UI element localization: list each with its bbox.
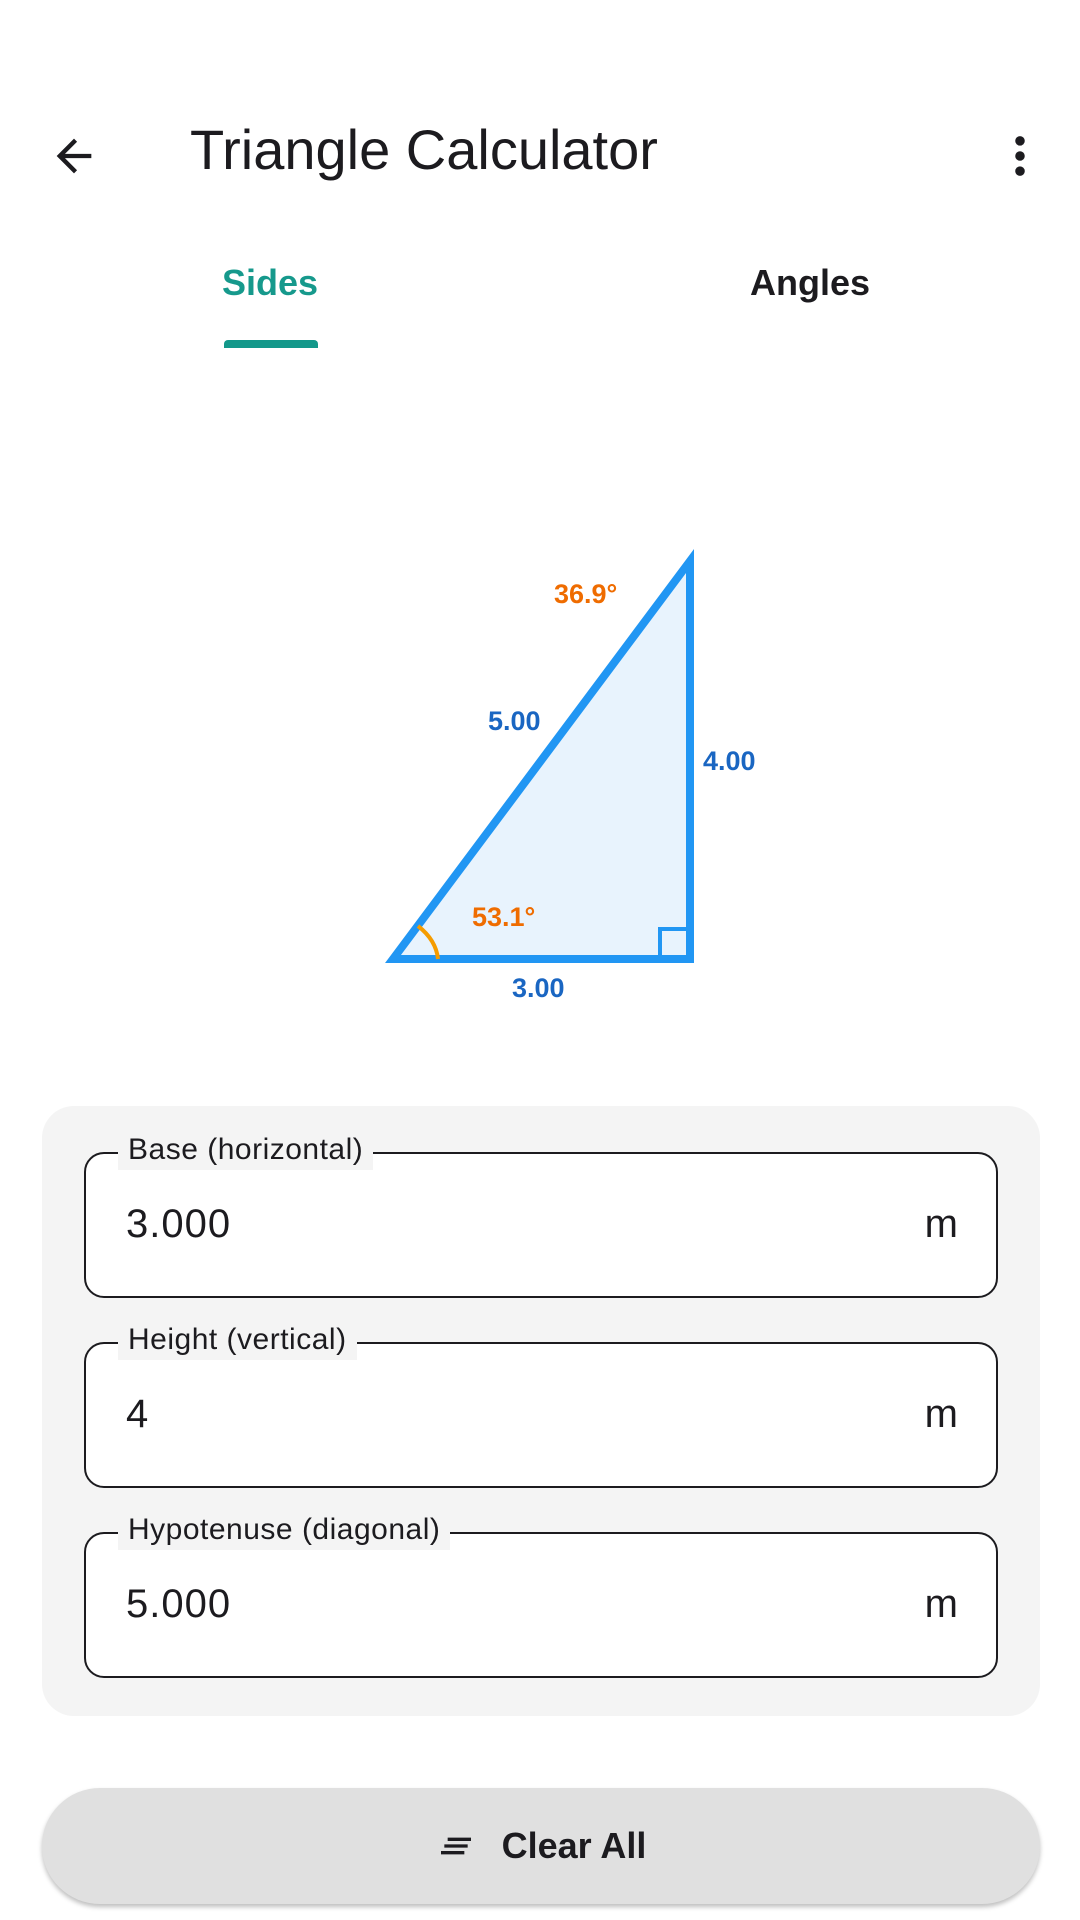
base-label: 3.00 xyxy=(512,973,565,1003)
hypotenuse-field[interactable]: Hypotenuse (diagonal) 5.000 m xyxy=(84,1510,998,1678)
app-bar: Triangle Calculator xyxy=(0,96,1080,200)
hypotenuse-label: 5.00 xyxy=(488,706,541,736)
hypotenuse-unit: m xyxy=(924,1582,958,1626)
triangle-shape xyxy=(385,548,694,963)
clear-all-icon xyxy=(436,1826,476,1866)
tab-angles[interactable]: Angles xyxy=(540,250,1080,350)
tab-bar: Sides Angles xyxy=(0,250,1080,350)
top-angle-label: 36.9° xyxy=(554,579,617,609)
tab-indicator xyxy=(224,340,318,348)
more-options-button[interactable] xyxy=(984,120,1056,192)
height-input[interactable]: 4 xyxy=(126,1386,149,1442)
back-button[interactable] xyxy=(38,120,110,192)
base-input[interactable]: 3.000 xyxy=(126,1196,231,1252)
more-vert-icon xyxy=(1015,136,1025,176)
height-field-outline xyxy=(84,1342,998,1488)
inputs-card: Base (horizontal) 3.000 m Height (vertic… xyxy=(42,1106,1040,1716)
height-field[interactable]: Height (vertical) 4 m xyxy=(84,1320,998,1488)
triangle-diagram: 5.00 4.00 3.00 36.9° 53.1° xyxy=(385,548,756,1003)
clear-all-label: Clear All xyxy=(501,1825,647,1866)
height-label: 4.00 xyxy=(703,746,756,776)
height-unit: m xyxy=(924,1392,958,1436)
base-unit: m xyxy=(924,1202,958,1246)
height-field-label: Height (vertical) xyxy=(118,1320,357,1360)
page-title: Triangle Calculator xyxy=(190,118,658,181)
hypotenuse-field-label: Hypotenuse (diagonal) xyxy=(118,1510,451,1550)
base-field[interactable]: Base (horizontal) 3.000 m xyxy=(84,1130,998,1298)
hypotenuse-input[interactable]: 5.000 xyxy=(126,1576,231,1632)
bottom-angle-label: 53.1° xyxy=(472,902,535,932)
base-field-label: Base (horizontal) xyxy=(118,1130,374,1170)
arrow-left-icon xyxy=(56,138,92,174)
tab-sides[interactable]: Sides xyxy=(0,250,540,350)
clear-all-button[interactable]: Clear All xyxy=(42,1788,1040,1904)
